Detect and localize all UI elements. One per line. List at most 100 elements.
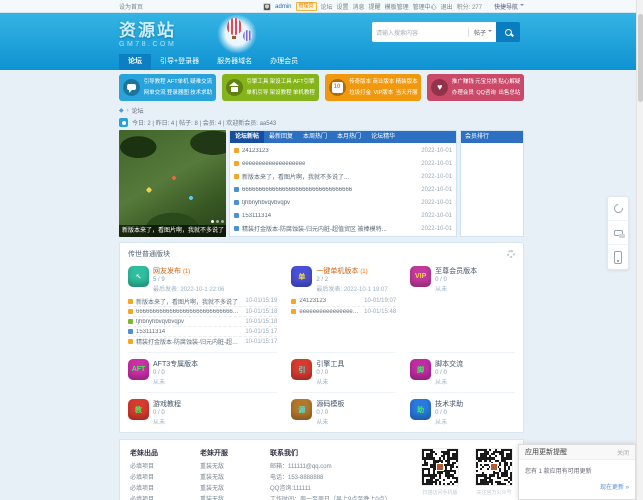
promo-link[interactable]: 疑难交流 — [190, 77, 213, 88]
post-title[interactable]: 666666666666666666666666666666666 — [242, 187, 352, 193]
promo-link[interactable]: 单机引导 — [246, 88, 269, 99]
topbar-link[interactable]: 提醒 — [369, 2, 381, 11]
close-button[interactable]: 关闭 — [617, 448, 629, 457]
module-post-row[interactable]: 精装打金版本-防腐蚀装-归元内脏-超值贸区10-01/15:17 — [128, 336, 277, 346]
promo-link[interactable]: 单机教程 — [292, 88, 315, 99]
feedback-button[interactable] — [608, 221, 628, 245]
promo-link[interactable]: 登录器图 — [166, 88, 189, 99]
post-row[interactable]: eeeeeeeeeeeeeeeeeee2022-10-01 — [230, 157, 456, 170]
post-title[interactable]: tjhbnyhbvqvbvqpv — [242, 200, 290, 206]
module-post-row[interactable]: 15311131410-01/15:17 — [128, 326, 277, 336]
section-title[interactable]: 传世普通版块 — [128, 249, 170, 259]
slider-dot[interactable] — [211, 220, 214, 223]
module-post-title[interactable]: tjhbnyhbvqvbvqpv — [136, 319, 241, 325]
tab-本周热门[interactable]: 本周热门 — [298, 131, 332, 143]
set-homepage-link[interactable]: 设为首页 — [119, 2, 143, 11]
nav-item[interactable]: 引导+登录器 — [151, 54, 208, 70]
module-name[interactable]: 至尊会员版本 — [435, 266, 477, 276]
module-name[interactable]: 引擎工具 — [316, 359, 344, 369]
post-row[interactable]: 6666666666666666666666666666666662022-10… — [230, 183, 456, 196]
post-title[interactable]: 153111314 — [242, 213, 271, 219]
promo-link[interactable]: AFT引擎 — [292, 77, 315, 88]
info-item[interactable]: 必填项目 — [130, 473, 188, 484]
slider-caption[interactable]: 新版本来了，看图片啊，我就不多说了 — [119, 225, 226, 237]
module-post-title[interactable]: 66666666666666666666666666666666 — [136, 309, 241, 315]
topbar-link[interactable]: 设置 — [337, 2, 349, 11]
gear-icon[interactable] — [507, 250, 515, 258]
module-post-row[interactable]: 6666666666666666666666666666666610-01/15… — [128, 306, 277, 316]
promo-link[interactable]: 传奇版本 — [349, 77, 372, 88]
promo-link[interactable]: 网单交流 — [143, 88, 166, 99]
module-header[interactable]: 脚脚本交流 0 / 0从未 — [410, 359, 515, 386]
promo-link[interactable]: 推广赚钱 — [451, 77, 474, 88]
avatar[interactable] — [263, 3, 271, 11]
update-now-link[interactable]: 现在更新 » — [525, 482, 629, 491]
promo-link[interactable]: 架设工具 — [269, 77, 292, 88]
post-row[interactable]: 新版本来了，看图片啊，我就不多说了...2022-10-01 — [230, 170, 456, 183]
promo-link[interactable]: 精装版本 — [395, 77, 418, 88]
module-post-row[interactable]: tjhbnyhbvqvbvqpv10-01/15:18 — [128, 316, 277, 326]
promo-link[interactable]: 垃圾打金 — [349, 88, 372, 99]
site-logo[interactable]: 资源站 GM78.COM — [119, 16, 176, 48]
promo-link[interactable]: 元宝兑换 — [475, 77, 498, 88]
promo-link[interactable]: 当天开服 — [395, 88, 418, 99]
module-post-title[interactable]: 新版本来了，看图片啊，我就不多说了 — [136, 297, 241, 306]
promo-link[interactable]: 架设教程 — [269, 88, 292, 99]
post-title[interactable]: 精装打金版本-防腐蚀装-归元内脏-超值贸区 被棒模特... — [242, 224, 387, 233]
module-name[interactable]: 一键单机版本 (1) — [316, 266, 387, 276]
info-item[interactable]: 必填项目 — [130, 484, 188, 495]
module-name[interactable]: 游戏教程 — [153, 399, 181, 409]
promo-link[interactable]: 技术求助 — [190, 88, 213, 99]
info-item[interactable]: 重装无敌 — [200, 473, 258, 484]
module-post-row[interactable]: 2412312310-01/19:07 — [291, 296, 396, 306]
topbar-link[interactable]: 管理中心 — [413, 2, 437, 11]
post-title[interactable]: 24123123 — [242, 148, 269, 154]
post-row[interactable]: tjhbnyhbvqvbvqpv2022-10-01 — [230, 196, 456, 209]
promo-link[interactable]: VIP版本 — [372, 88, 395, 99]
search-scope-dropdown[interactable]: 帖子 — [468, 28, 492, 37]
promo-link[interactable]: QQ咨询 — [475, 88, 498, 99]
post-row[interactable]: 1531113142022-10-01 — [230, 209, 456, 222]
quick-nav-menu[interactable]: 快捷导航 — [494, 2, 524, 11]
breadcrumb-current[interactable]: 论坛 — [132, 106, 144, 115]
module-post-title[interactable]: 24123123 — [299, 298, 360, 304]
credits-label[interactable]: 积分: 277 — [457, 2, 482, 11]
module-header[interactable]: 单一键单机版本 (1)2 / 2最后发表: 2022-10-1 19:07 — [291, 266, 396, 293]
scrollbar[interactable] — [636, 0, 643, 500]
nav-item[interactable]: 办理会员 — [261, 54, 307, 70]
image-slider[interactable]: 新版本来了，看图片啊，我就不多说了 — [119, 130, 226, 237]
tab-最新回复[interactable]: 最新回复 — [264, 131, 298, 143]
module-post-title[interactable]: 精装打金版本-防腐蚀装-归元内脏-超值贸区 — [136, 337, 241, 346]
promo-link[interactable]: 引擎工具 — [246, 77, 269, 88]
home-icon[interactable]: ◆ — [119, 107, 124, 114]
post-row[interactable]: 241231232022-10-01 — [230, 144, 456, 157]
info-item[interactable]: 重装无敌 — [200, 462, 258, 473]
mobile-button[interactable] — [608, 245, 628, 269]
tab-论坛精华[interactable]: 论坛精华 — [366, 131, 400, 143]
username-link[interactable]: admin — [275, 4, 291, 10]
promo-link[interactable]: 贴心解疑 — [498, 77, 521, 88]
topbar-link[interactable]: 论坛 — [321, 2, 333, 11]
info-item[interactable]: 必填项目 — [130, 495, 188, 500]
post-title[interactable]: 新版本来了，看图片啊，我就不多说了... — [242, 172, 349, 181]
search-button[interactable] — [496, 22, 520, 42]
module-name[interactable]: AFT3专属版本 — [153, 359, 198, 369]
module-header[interactable]: 源源码模板 0 / 0从未 — [291, 399, 396, 426]
module-post-title[interactable]: eeeeeeeeeeeeeeeeeee — [299, 309, 360, 315]
module-name[interactable]: 技术求助 — [435, 399, 463, 409]
module-header[interactable]: 助技术求助 0 / 0从未 — [410, 399, 515, 426]
module-post-row[interactable]: 新版本来了，看图片啊，我就不多说了10-01/15:19 — [128, 296, 277, 306]
module-name[interactable]: 网友发布 (1) — [153, 266, 224, 276]
info-item[interactable]: 必填项目 — [130, 462, 188, 473]
promo-link[interactable]: 引导教程 — [143, 77, 166, 88]
module-header[interactable]: ↖网友发布 (1)5 / 9最后发表: 2022-10-1 22:06 — [128, 266, 277, 293]
scrollbar-thumb[interactable] — [638, 14, 643, 102]
search-input[interactable]: 请输入搜索内容 帖子 — [372, 22, 496, 42]
nav-item[interactable]: 论坛 — [119, 54, 151, 70]
tab-本月热门[interactable]: 本月热门 — [332, 131, 366, 143]
promo-link[interactable]: 出售总站 — [498, 88, 521, 99]
refresh-button[interactable] — [608, 197, 628, 221]
tab-论坛新帖[interactable]: 论坛新帖 — [230, 131, 264, 143]
nav-item[interactable]: 服务器域名 — [208, 54, 261, 70]
slider-dot[interactable] — [216, 220, 219, 223]
